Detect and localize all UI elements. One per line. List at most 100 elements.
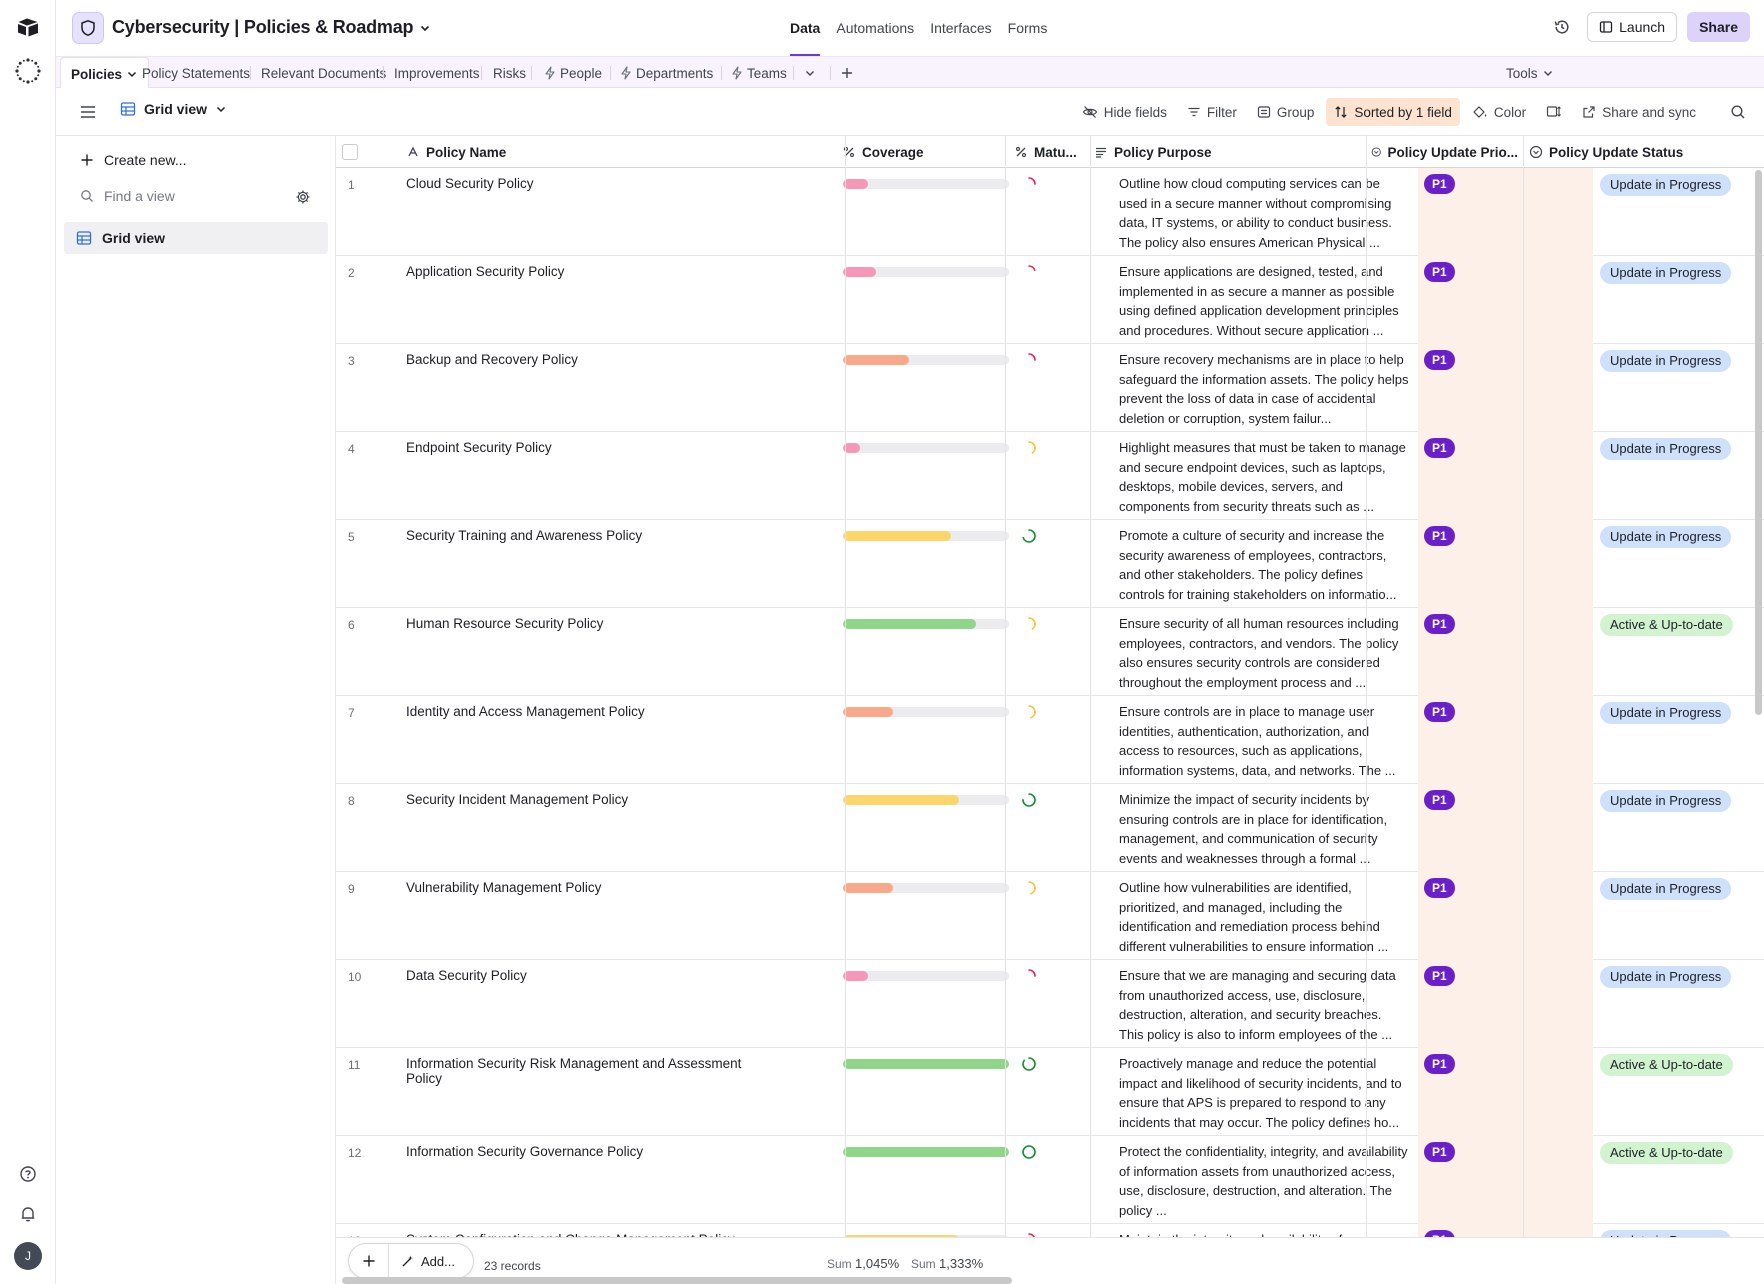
table-row[interactable]: 6 Human Resource Security Policy Ensure se… [336, 608, 1764, 696]
policy-purpose-cell[interactable]: Proactively manage and reduce the potent… [1113, 1048, 1415, 1136]
nav-interfaces[interactable]: Interfaces [922, 0, 999, 56]
priority-cell[interactable]: P1 [1418, 1136, 1593, 1224]
priority-cell[interactable]: P1 [1418, 520, 1593, 608]
history-button[interactable] [1547, 12, 1577, 42]
status-cell[interactable]: Update in Progress [1594, 872, 1764, 960]
find-view-input[interactable]: Find a view [80, 188, 316, 204]
color-button[interactable]: Color [1464, 98, 1534, 126]
policy-purpose-cell[interactable]: Protect the confidentiality, integrity, … [1113, 1136, 1415, 1224]
toggle-sidebar-icon[interactable] [78, 102, 98, 122]
table-row[interactable]: 2 Application Security Policy Ensure appli… [336, 256, 1764, 344]
policy-name-cell[interactable]: Information Security Risk Management and… [406, 1048, 776, 1136]
priority-cell[interactable]: P1 [1418, 344, 1593, 432]
column-header-policy-name[interactable]: Policy Name [398, 136, 776, 168]
tab-people[interactable]: People [544, 57, 602, 89]
group-button[interactable]: Group [1249, 98, 1323, 126]
user-avatar[interactable]: J [14, 1242, 42, 1270]
table-row[interactable]: 11 Information Security Risk Management a… [336, 1048, 1764, 1136]
column-header-policy-purpose[interactable]: Policy Purpose [1086, 136, 1361, 168]
priority-cell[interactable]: P1 [1418, 872, 1593, 960]
priority-cell[interactable]: P1 [1418, 168, 1593, 256]
coverage-cell[interactable] [843, 608, 1011, 696]
coverage-cell[interactable] [843, 520, 1011, 608]
vertical-scrollbar[interactable] [1755, 170, 1762, 715]
view-switcher[interactable]: Grid view [120, 101, 227, 117]
tab-departments[interactable]: Departments [620, 57, 713, 89]
coverage-cell[interactable] [843, 696, 1011, 784]
policy-name-cell[interactable]: Human Resource Security Policy [406, 608, 776, 696]
policy-purpose-cell[interactable]: Ensure applications are designed, tested… [1113, 256, 1415, 344]
search-button[interactable] [1722, 98, 1754, 126]
launch-button[interactable]: Launch [1587, 12, 1678, 42]
coverage-cell[interactable] [843, 344, 1011, 432]
priority-cell[interactable]: P1 [1418, 256, 1593, 344]
policy-purpose-cell[interactable]: Highlight measures that must be taken to… [1113, 432, 1415, 520]
status-cell[interactable]: Update in Progress [1594, 784, 1764, 872]
policy-purpose-cell[interactable]: Ensure recovery mechanisms are in place … [1113, 344, 1415, 432]
policy-purpose-cell[interactable]: Outline how cloud computing services can… [1113, 168, 1415, 256]
policy-purpose-cell[interactable]: Ensure controls are in place to manage u… [1113, 696, 1415, 784]
column-header-priority[interactable]: Policy Update Prio... [1363, 136, 1518, 168]
coverage-cell[interactable] [843, 1048, 1011, 1136]
coverage-sum[interactable]: Sum 1,045% [827, 1256, 899, 1271]
tab-relevant-documents[interactable]: Relevant Documents [261, 57, 386, 89]
priority-cell[interactable]: P1 [1418, 696, 1593, 784]
tab-improvements[interactable]: Improvements [394, 57, 480, 89]
coverage-cell[interactable] [843, 432, 1011, 520]
status-cell[interactable]: Active & Up-to-date [1594, 1136, 1764, 1224]
tab-policy-statements[interactable]: Policy Statements [142, 57, 250, 89]
select-all-checkbox[interactable] [342, 144, 358, 160]
priority-cell[interactable]: P1 [1418, 432, 1593, 520]
policy-purpose-cell[interactable]: Ensure that we are managing and securing… [1113, 960, 1415, 1048]
policy-name-cell[interactable]: Vulnerability Management Policy [406, 872, 776, 960]
coverage-cell[interactable] [843, 256, 1011, 344]
coverage-cell[interactable] [843, 872, 1011, 960]
policy-name-cell[interactable]: Cloud Security Policy [406, 168, 776, 256]
table-row[interactable]: 4 Endpoint Security Policy Highlight measu… [336, 432, 1764, 520]
table-row[interactable]: 3 Backup and Recovery Policy Ensure recove… [336, 344, 1764, 432]
coverage-cell[interactable] [843, 1136, 1011, 1224]
airtable-logo-icon[interactable] [16, 16, 40, 40]
table-row[interactable]: 5 Security Training and Awareness Policy P… [336, 520, 1764, 608]
tab-risks[interactable]: Risks [493, 57, 526, 89]
policy-purpose-cell[interactable]: Promote a culture of security and increa… [1113, 520, 1415, 608]
status-cell[interactable]: Update in Progress [1594, 520, 1764, 608]
base-icon[interactable] [72, 12, 104, 44]
add-table-button[interactable] [840, 57, 856, 89]
table-row[interactable]: 1 Cloud Security Policy Outline how cloud … [336, 168, 1764, 256]
tab-policies[interactable]: Policies [60, 57, 150, 90]
create-new-view-button[interactable]: Create new... [80, 152, 187, 168]
column-header-status[interactable]: Policy Update Status [1521, 136, 1764, 168]
policy-name-cell[interactable]: Identity and Access Management Policy [406, 696, 776, 784]
share-button[interactable]: Share [1687, 12, 1750, 42]
table-row[interactable]: 9 Vulnerability Management Policy Outline … [336, 872, 1764, 960]
gear-icon[interactable] [295, 189, 311, 205]
policy-purpose-cell[interactable]: Minimize the impact of security incident… [1113, 784, 1415, 872]
nav-forms[interactable]: Forms [1000, 0, 1056, 56]
hide-fields-button[interactable]: Hide fields [1074, 98, 1175, 126]
status-cell[interactable]: Update in Progress [1594, 696, 1764, 784]
policy-name-cell[interactable]: Application Security Policy [406, 256, 776, 344]
status-cell[interactable]: Update in Progress [1594, 960, 1764, 1048]
policy-name-cell[interactable]: Security Incident Management Policy [406, 784, 776, 872]
tools-menu[interactable]: Tools [1506, 57, 1554, 89]
help-icon[interactable] [18, 1164, 38, 1184]
row-height-button[interactable] [1538, 98, 1570, 126]
table-row[interactable]: 10 Data Security Policy Ensure that we are… [336, 960, 1764, 1048]
omni-assistant-icon[interactable] [14, 57, 42, 85]
status-cell[interactable]: Update in Progress [1594, 344, 1764, 432]
policy-name-cell[interactable]: Endpoint Security Policy [406, 432, 776, 520]
horizontal-scrollbar[interactable] [342, 1277, 1012, 1284]
priority-cell[interactable]: P1 [1418, 784, 1593, 872]
add-record-button[interactable] [349, 1244, 389, 1278]
coverage-cell[interactable] [843, 784, 1011, 872]
maturity-sum[interactable]: Sum 1,333% [911, 1256, 983, 1271]
status-cell[interactable]: Update in Progress [1594, 432, 1764, 520]
priority-cell[interactable]: P1 [1418, 608, 1593, 696]
priority-cell[interactable]: P1 [1418, 1048, 1593, 1136]
more-tables-button[interactable] [804, 57, 820, 89]
policy-name-cell[interactable]: Backup and Recovery Policy [406, 344, 776, 432]
status-cell[interactable]: Update in Progress [1594, 256, 1764, 344]
nav-data[interactable]: Data [782, 0, 828, 56]
priority-cell[interactable]: P1 [1418, 960, 1593, 1048]
